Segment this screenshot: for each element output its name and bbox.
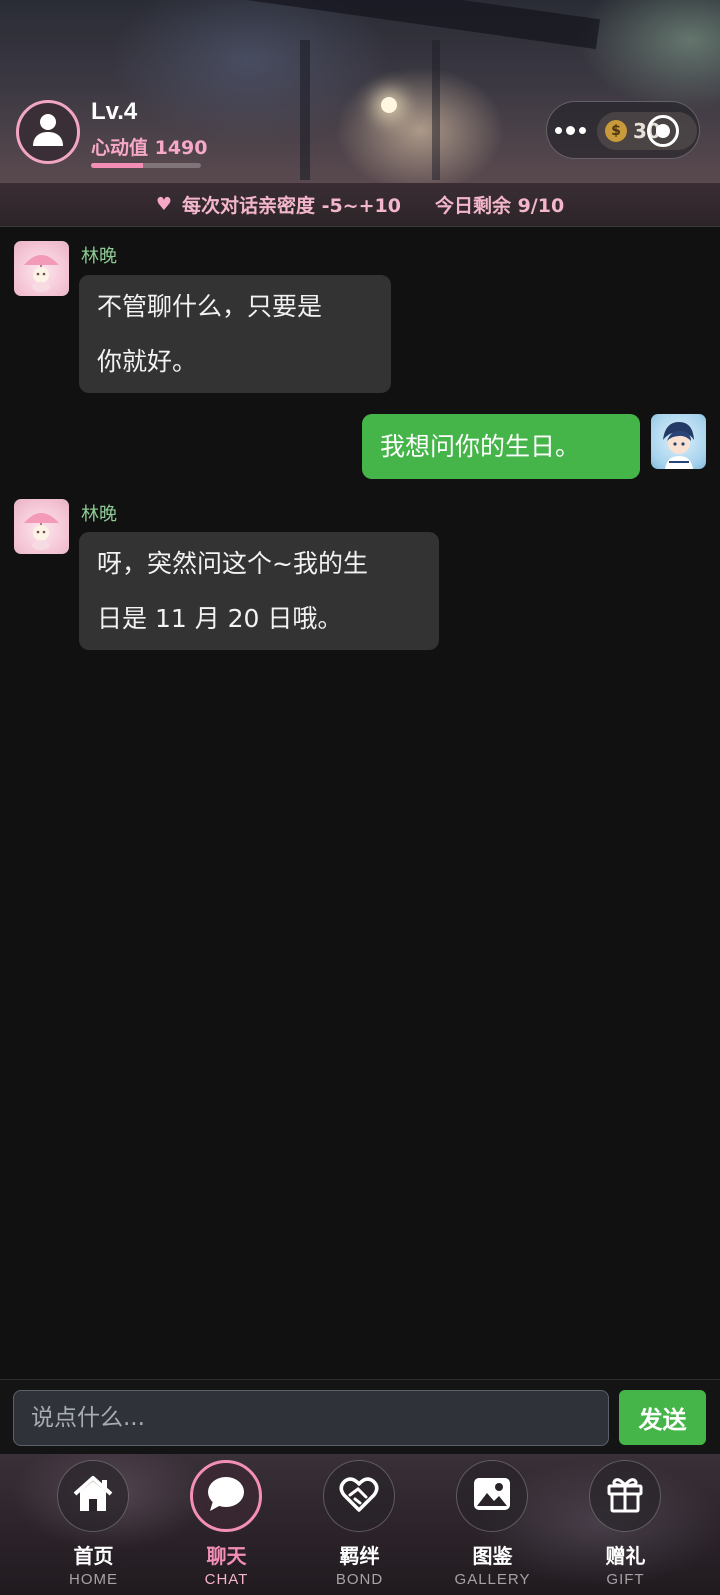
- intimacy-notice-bar: ♥ 每次对话亲密度 -5~+10 今日剩余 9/10: [0, 183, 720, 227]
- npc-avatar[interactable]: [14, 241, 69, 296]
- nav-label: 赠礼: [605, 1544, 646, 1568]
- message-line: 呀，突然问这个~我的生: [97, 549, 368, 578]
- nav-label: 首页: [73, 1544, 114, 1568]
- message-bubble-npc[interactable]: 呀，突然问这个~我的生 日是 11 月 20 日哦。: [79, 532, 439, 650]
- remaining-text: 今日剩余 9/10: [434, 195, 565, 217]
- nav-label: 聊天: [206, 1544, 247, 1568]
- heart-value-label: 心动值 1490: [91, 137, 208, 159]
- nav-label: 图鉴: [472, 1544, 513, 1568]
- heart-progress-fill: [91, 163, 143, 168]
- nav-item-gallery[interactable]: 图鉴 GALLERY: [426, 1454, 559, 1595]
- nav-sublabel: HOME: [69, 1571, 118, 1588]
- image-icon: [472, 1476, 512, 1516]
- npc-avatar[interactable]: [14, 499, 69, 554]
- send-button[interactable]: 发送: [619, 1390, 706, 1445]
- message-line: 日是 11 月 20 日哦。: [97, 604, 343, 633]
- message-bubble-user[interactable]: 我想问你的生日。: [362, 414, 640, 479]
- sender-name: 林晚: [81, 504, 117, 525]
- nav-icon-button[interactable]: [456, 1460, 528, 1532]
- bottom-navigation: 首页 HOME 聊天 CHAT 羁绊 BOND 图鉴 GALLERY 赠礼 GI…: [0, 1454, 720, 1595]
- user-icon: [31, 112, 65, 152]
- nav-item-gift[interactable]: 赠礼 GIFT: [559, 1454, 692, 1595]
- level-label: Lv.4: [91, 98, 138, 125]
- intimacy-text: 每次对话亲密度 -5~+10: [181, 195, 401, 217]
- handshake-heart-icon: [339, 1475, 379, 1517]
- chat-message-list[interactable]: 林晚 不管聊什么，只要是 你就好。 我想问你的生日。 林晚 呀，突然问这个~我的…: [0, 227, 720, 1379]
- home-icon: [71, 1474, 115, 1518]
- nav-item-home[interactable]: 首页 HOME: [27, 1454, 160, 1595]
- target-circle-icon[interactable]: [647, 115, 679, 147]
- message-input-bar: 发送: [0, 1379, 720, 1454]
- nav-item-chat[interactable]: 聊天 CHAT: [160, 1454, 293, 1595]
- gift-icon: [605, 1474, 645, 1518]
- nav-icon-button[interactable]: [323, 1460, 395, 1532]
- chat-bubble-icon: [206, 1475, 246, 1517]
- heart-progress-bar: [91, 163, 201, 168]
- message-input[interactable]: [13, 1390, 609, 1446]
- nav-label: 羁绊: [339, 1544, 380, 1568]
- profile-avatar-button[interactable]: [16, 100, 80, 164]
- coin-dollar-icon: $: [605, 120, 627, 142]
- nav-item-bond[interactable]: 羁绊 BOND: [293, 1454, 426, 1595]
- nav-sublabel: GALLERY: [454, 1571, 531, 1588]
- nav-sublabel: BOND: [335, 1571, 384, 1588]
- header-banner: Lv.4 心动值 1490 $ 30: [0, 0, 720, 183]
- user-chat-avatar[interactable]: [651, 414, 706, 469]
- menu-capsule: $ 30: [546, 101, 700, 159]
- message-line: 你就好。: [97, 347, 198, 376]
- nav-sublabel: CHAT: [204, 1571, 249, 1588]
- nav-icon-button[interactable]: [57, 1460, 129, 1532]
- background-lamp: [381, 97, 397, 113]
- nav-icon-button[interactable]: [589, 1460, 661, 1532]
- sender-name: 林晚: [81, 246, 117, 267]
- message-bubble-npc[interactable]: 不管聊什么，只要是 你就好。: [79, 275, 391, 393]
- nav-sublabel: GIFT: [606, 1571, 645, 1588]
- message-line: 不管聊什么，只要是: [97, 292, 323, 321]
- nav-icon-button[interactable]: [190, 1460, 262, 1532]
- more-dots-icon[interactable]: [547, 102, 593, 158]
- heart-icon: ♥: [155, 194, 172, 215]
- message-line: 我想问你的生日。: [380, 432, 581, 461]
- background-pillar: [300, 40, 440, 180]
